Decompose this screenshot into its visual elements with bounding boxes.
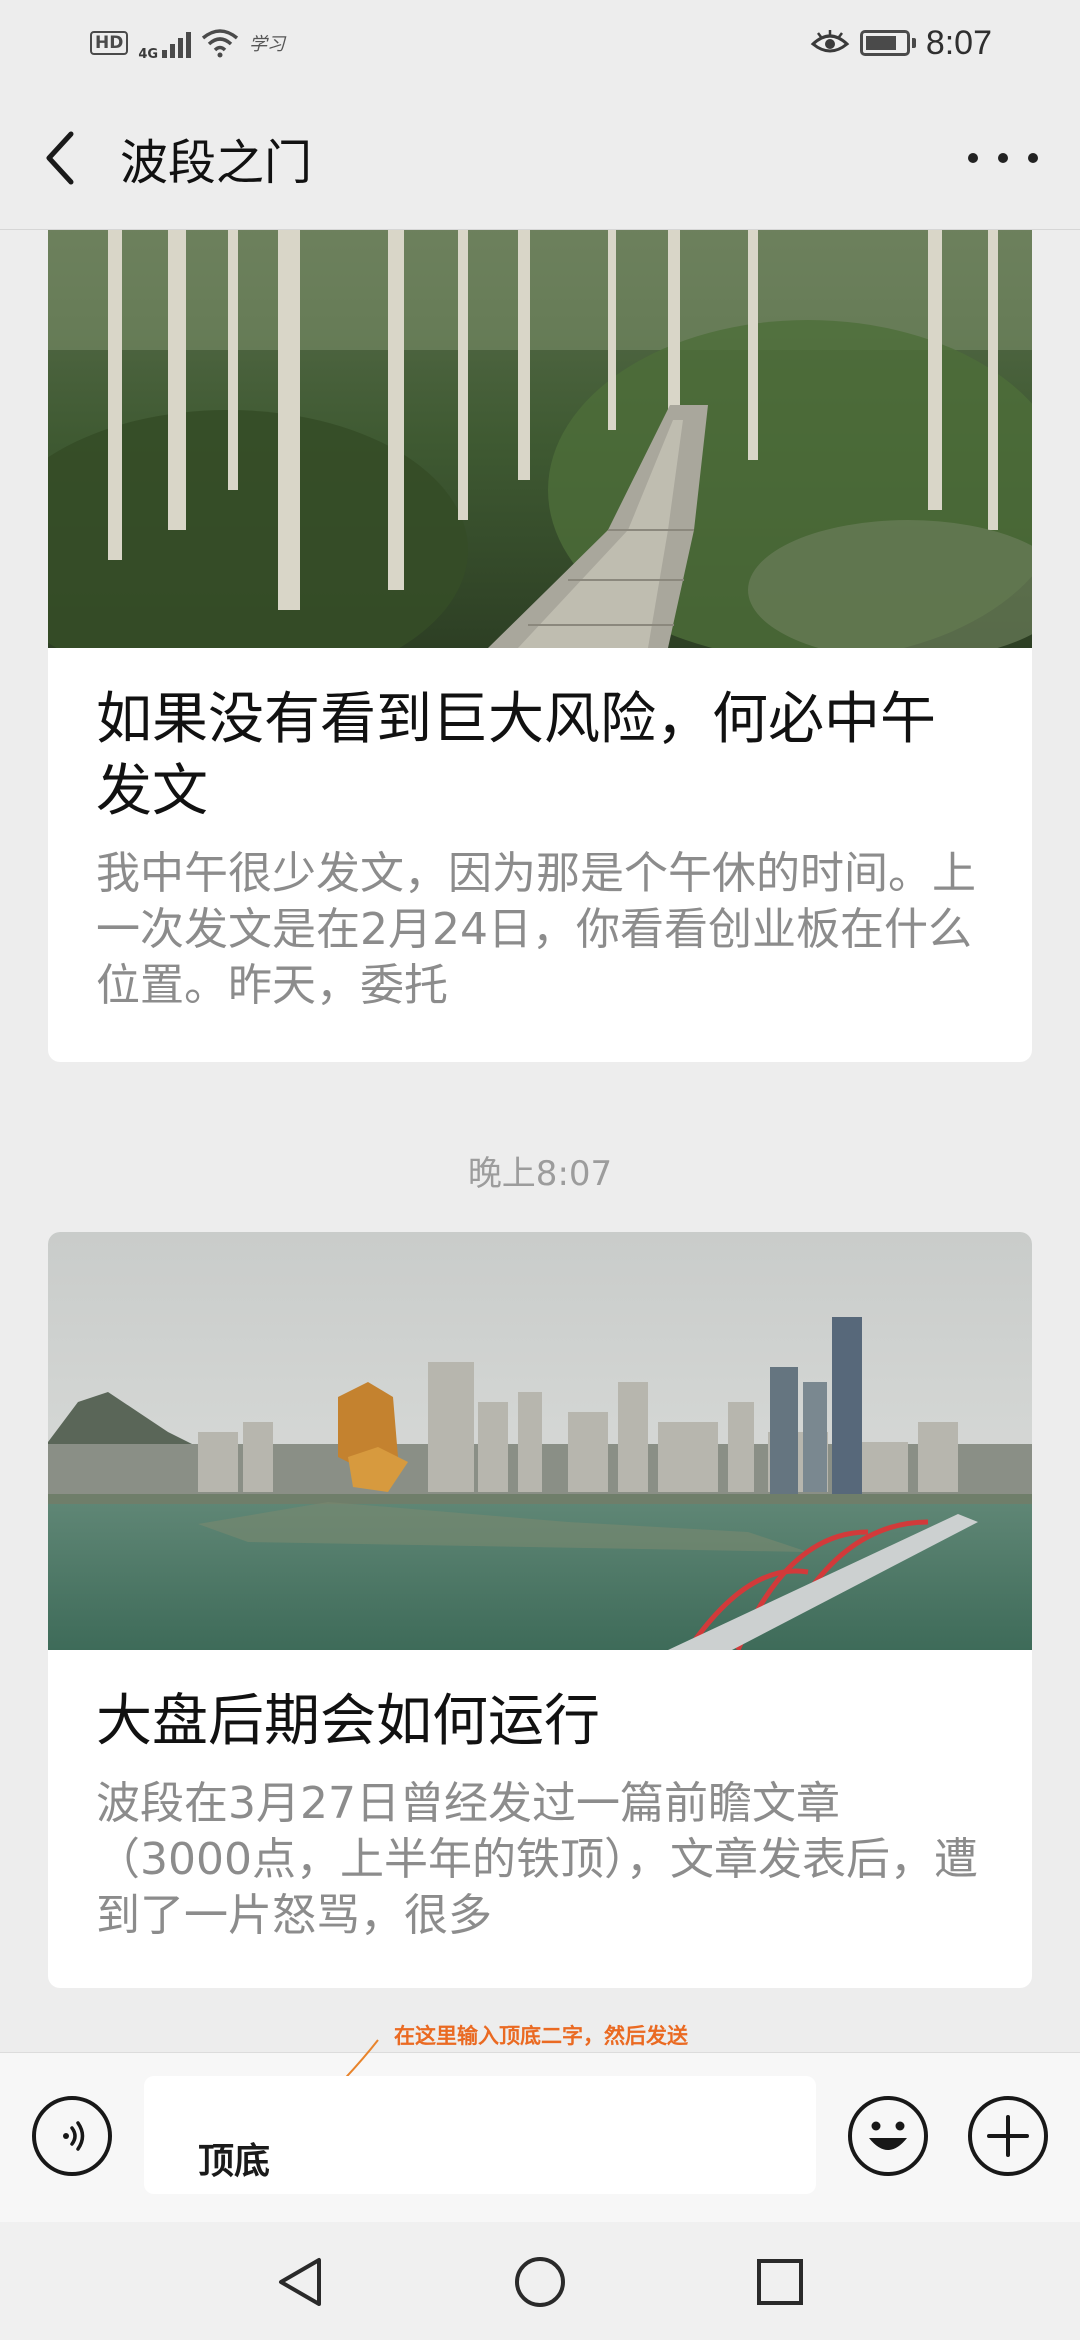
title-bar: 波段之门 — [0, 86, 1080, 230]
more-dots-icon — [968, 153, 978, 163]
instruction-annotation: 在这里输入顶底二字，然后发送 — [394, 2023, 688, 2048]
chevron-left-icon — [46, 131, 74, 184]
city-river-skyline-photo — [48, 1232, 1032, 1650]
article-title[interactable]: 如果没有看到巨大风险，何必中午发文 — [48, 648, 1032, 828]
nav-recents-icon — [757, 2259, 803, 2305]
signal-icon — [162, 28, 192, 58]
back-button[interactable] — [0, 86, 120, 230]
nav-recents-button[interactable] — [750, 2252, 810, 2312]
article-summary: 我中午很少发文，因为那是个午休的时间。上一次发文是在2月24日，你看看创业板在什… — [96, 848, 976, 1011]
message-timestamp: 晚上8:07 — [467, 1154, 613, 1194]
status-right: 8:07 — [810, 24, 992, 63]
emoji-icon — [869, 2121, 907, 2150]
emoji-button[interactable] — [848, 2096, 928, 2176]
status-bar: HD 4G 学习 8:07 — [0, 0, 1080, 86]
nav-back-icon — [279, 2258, 321, 2306]
message-list[interactable]: 如果没有看到巨大风险，何必中午发文 我中午很少发文，因为那是个午休的时间。上一次… — [0, 230, 1080, 2052]
page-title: 波段之门 — [120, 134, 313, 191]
voice-icon — [63, 2121, 85, 2151]
article-summary: 波段在3月27日曾经发过一篇前瞻文章（3000点，上半年的铁顶），文章发表后，遭… — [96, 1778, 978, 1941]
status-time: 8:07 — [925, 23, 992, 62]
more-button[interactable] — [968, 130, 1038, 186]
carrier-logo: 学习 — [249, 34, 286, 55]
wifi-icon — [201, 29, 239, 58]
article-title[interactable]: 大盘后期会如何运行 — [48, 1650, 1032, 1758]
nav-home-icon — [515, 2257, 565, 2307]
message-input[interactable]: 顶底 — [144, 2076, 816, 2194]
nav-home-button[interactable] — [510, 2252, 570, 2312]
nav-back-button[interactable] — [270, 2252, 330, 2312]
article-card[interactable]: 大盘后期会如何运行 波段在3月27日曾经发过一篇前瞻文章（3000点，上半年的铁… — [48, 1232, 1032, 1988]
forest-boardwalk-photo — [48, 230, 1032, 648]
eye-comfort-icon — [810, 30, 850, 53]
hd-icon: HD — [90, 31, 129, 55]
network-type: 4G — [138, 46, 159, 62]
status-left: HD 4G 学习 — [90, 25, 285, 62]
more-functions-button[interactable] — [968, 2096, 1048, 2176]
battery-icon — [859, 30, 916, 56]
plus-icon — [987, 2115, 1029, 2157]
voice-button[interactable] — [32, 2096, 112, 2176]
article-card[interactable]: 如果没有看到巨大风险，何必中午发文 我中午很少发文，因为那是个午休的时间。上一次… — [48, 230, 1032, 1062]
